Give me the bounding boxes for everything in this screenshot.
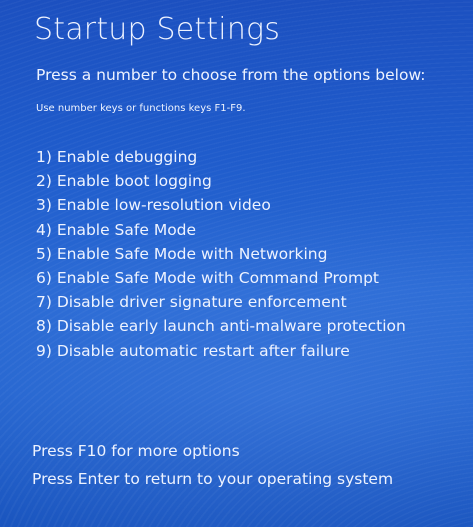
option-disable-driver-signature[interactable]: 7) Disable driver signature enforcement xyxy=(36,290,406,314)
option-enable-debugging[interactable]: 1) Enable debugging xyxy=(36,145,406,169)
option-enable-low-resolution-video[interactable]: 3) Enable low-resolution video xyxy=(36,193,406,217)
startup-options-list: 1) Enable debugging 2) Enable boot loggi… xyxy=(36,145,406,363)
page-title: Startup Settings xyxy=(34,12,281,47)
startup-settings-screen: Startup Settings Press a number to choos… xyxy=(0,0,473,527)
option-disable-automatic-restart[interactable]: 9) Disable automatic restart after failu… xyxy=(36,339,406,363)
option-enable-safe-mode[interactable]: 4) Enable Safe Mode xyxy=(36,218,406,242)
option-disable-early-launch-antimalware[interactable]: 8) Disable early launch anti-malware pro… xyxy=(36,314,406,338)
instruction-text: Press a number to choose from the option… xyxy=(36,66,426,84)
more-options-hint[interactable]: Press F10 for more options xyxy=(32,437,393,465)
key-hint-text: Use number keys or functions keys F1-F9. xyxy=(36,103,246,114)
option-safe-mode-networking[interactable]: 5) Enable Safe Mode with Networking xyxy=(36,242,406,266)
return-to-os-hint[interactable]: Press Enter to return to your operating … xyxy=(32,465,393,493)
option-safe-mode-command-prompt[interactable]: 6) Enable Safe Mode with Command Prompt xyxy=(36,266,406,290)
option-enable-boot-logging[interactable]: 2) Enable boot logging xyxy=(36,169,406,193)
footer-instructions: Press F10 for more options Press Enter t… xyxy=(32,437,393,493)
